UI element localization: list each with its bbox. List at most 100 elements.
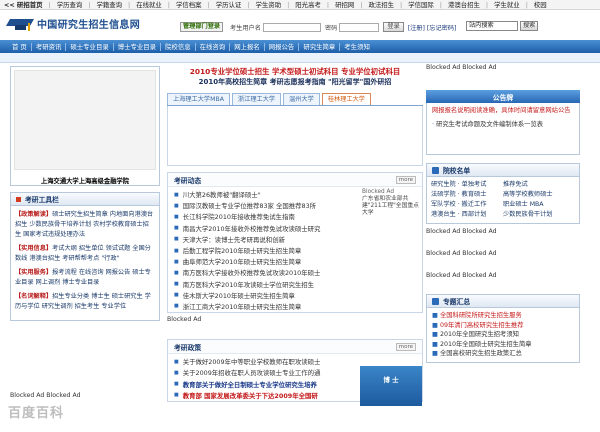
school-link[interactable]: 军队学校 · 搬迁工作 bbox=[431, 200, 503, 210]
nav-item[interactable]: 院校信息 bbox=[161, 42, 195, 51]
notice-item[interactable]: 网报报名说明阅读准确，具体时间请留意网站公告 bbox=[432, 106, 574, 116]
topnav-link[interactable]: 学籍查询 bbox=[96, 0, 122, 9]
school-link[interactable]: 推荐免试 bbox=[503, 180, 528, 190]
news-side-ad[interactable]: Blocked Ad 广东省和农业部共建"211工程"全国重点大学 bbox=[360, 187, 422, 233]
tool-group: 【名词解释】招生专业分类 博士生 硕士研究生 学历与学位 研究生调剂 招生考生 … bbox=[15, 292, 155, 312]
tab-school[interactable]: 浙江理工大学 bbox=[231, 93, 282, 105]
search-input[interactable]: 站内搜索 bbox=[466, 21, 518, 31]
bullet-icon: ■ bbox=[174, 258, 179, 265]
topnav-link[interactable]: 在线就业 bbox=[136, 0, 162, 9]
list-item[interactable]: ■ 南方医科大学2010年攻读硕士学位研究生招生 bbox=[168, 279, 422, 290]
list-item[interactable]: ■ 后勤工程学院2010年硕士研究生招生简章 bbox=[168, 245, 422, 256]
school-link[interactable]: 少数民族骨干计划 bbox=[503, 210, 553, 220]
bullet-icon: ■ bbox=[432, 350, 438, 357]
nav-item[interactable]: 在线咨询 bbox=[196, 42, 230, 51]
bullet-icon: ■ bbox=[174, 236, 179, 243]
school-row: 法硕学院 · 教育硕士 高等学校教师硕士 bbox=[429, 190, 577, 200]
tab-school[interactable]: 上海理工大学MBA bbox=[167, 93, 230, 105]
topnav-link[interactable]: << 研招首页 bbox=[4, 0, 43, 9]
nav-item[interactable]: 网报公告 bbox=[265, 42, 299, 51]
logo-title: 中国研究生招生信息网 bbox=[37, 20, 140, 31]
notice-title: 公告牌 bbox=[492, 93, 514, 102]
school-link[interactable]: 高等学校教师硕士 bbox=[503, 190, 553, 200]
topnav-link[interactable]: 学历认证 bbox=[216, 0, 242, 9]
policy-title: 考研政策 bbox=[174, 343, 202, 352]
topic-item[interactable]: ■ 2010年全国硕士研究生招生简章 bbox=[432, 340, 574, 350]
list-item[interactable]: ■ 曲阜师范大学2010年硕士研究生招生简章 bbox=[168, 256, 422, 267]
left-blocked-ad: Blocked Ad Blocked Ad bbox=[10, 392, 81, 399]
school-link[interactable]: 港澳台生 · 西部计划 bbox=[431, 210, 503, 220]
nav-item[interactable]: 网上报名 bbox=[230, 42, 264, 51]
manager-login-button[interactable]: 管理部门登录 bbox=[180, 22, 224, 32]
notice-panel: 网报报名说明阅读准确，具体时间请留意网站公告 · 研究生考试命题及文件编制体系一览… bbox=[426, 103, 580, 155]
nav-item[interactable]: 考研资讯 bbox=[32, 42, 66, 51]
headline-row-2[interactable]: 2010年高校招生简章 考研志愿报考指南 "阳光留学"国外研招 bbox=[167, 77, 423, 88]
topic-item[interactable]: ■ 全国科研院所研究生招生服务 bbox=[432, 311, 574, 321]
topnav-link[interactable]: 校园 bbox=[534, 0, 547, 9]
school-link[interactable]: 研究生院 · 单独考试 bbox=[431, 180, 503, 190]
school-link[interactable]: 职业硕士 MBA bbox=[503, 200, 544, 210]
list-item[interactable]: ■ 佳木斯大学2010年硕士研究生招生简章 bbox=[168, 290, 422, 301]
right-blocked-ad: Blocked Ad Blocked Ad bbox=[426, 228, 497, 235]
topic-item[interactable]: ■ 09年清门高校研究生招生推荐 bbox=[432, 321, 574, 331]
separator: | bbox=[167, 0, 170, 9]
tools-panel: 【政策解读】硕士研究生招生简章 内地面向港澳台招生 少数民族骨干培养计划 农村学… bbox=[10, 206, 160, 321]
more-button[interactable]: more bbox=[395, 342, 416, 351]
topnav-link[interactable]: 研招网 bbox=[335, 0, 354, 9]
site-search: 站内搜索 搜索 bbox=[466, 21, 539, 31]
topnav-link[interactable]: 学生就业 bbox=[494, 0, 520, 9]
nav-item[interactable]: 首 页 bbox=[8, 42, 31, 51]
topic-item[interactable]: ■ 全国高校研究生招生政策汇总 bbox=[432, 349, 574, 359]
tool-tag: 【实用服务】 bbox=[15, 269, 53, 276]
school-link[interactable]: 法硕学院 · 教育硕士 bbox=[431, 190, 503, 200]
policy-side-ad[interactable]: 博 士 bbox=[360, 366, 422, 407]
topnav-link[interactable]: 阳光高考 bbox=[295, 0, 321, 9]
nav-item[interactable]: 硕士专业目录 bbox=[66, 42, 112, 51]
site-logo[interactable]: 中国研究生招生信息网 bbox=[5, 16, 140, 31]
separator: | bbox=[287, 0, 290, 9]
tab-school[interactable]: 温州大学 bbox=[283, 93, 320, 105]
username-input[interactable] bbox=[262, 22, 321, 32]
search-button[interactable]: 搜索 bbox=[520, 21, 539, 31]
sub-bar bbox=[0, 53, 600, 63]
school-row: 港澳台生 · 西部计划 少数民族骨干计划 bbox=[429, 210, 577, 220]
bullet-icon: ■ bbox=[174, 247, 179, 254]
news-header: 考研动态 more bbox=[168, 173, 422, 187]
nav-item[interactable]: 博士专业目录 bbox=[114, 42, 160, 51]
notice-item[interactable]: · 研究生考试命题及文件编制体系一览表 bbox=[432, 120, 574, 130]
notice-header: 公告牌 bbox=[426, 90, 580, 103]
right-blocked-ad: Blocked Ad Blocked Ad bbox=[426, 272, 497, 279]
bullet-icon: ■ bbox=[174, 202, 179, 209]
more-button[interactable]: more bbox=[395, 175, 416, 184]
schools-panel: 研究生院 · 单独考试 推荐免试 法硕学院 · 教育硕士 高等学校教师硕士 军队学校… bbox=[426, 177, 580, 224]
tab-school-active[interactable]: 桂林理工大学 bbox=[321, 93, 371, 105]
topnav-link[interactable]: 学生资助 bbox=[256, 0, 282, 9]
password-input[interactable] bbox=[339, 22, 380, 32]
bullet-icon: ■ bbox=[432, 331, 438, 338]
list-item[interactable]: ■ 浙江工商大学2010年硕士研究生招生简章 bbox=[168, 301, 422, 312]
login-button[interactable]: 登录 bbox=[383, 22, 404, 32]
separator: | bbox=[439, 0, 442, 9]
nav-item[interactable]: 考生须知 bbox=[340, 42, 374, 51]
forgot-password-link[interactable]: [忘记密码] bbox=[427, 23, 457, 32]
nav-item[interactable]: 研究生简章 bbox=[299, 42, 339, 51]
ad-text: 广东省和农业部共建"211工程"全国重点大学 bbox=[362, 196, 419, 216]
register-link[interactable]: [注册] bbox=[408, 23, 425, 32]
topnav-link[interactable]: 政法招生 bbox=[368, 0, 394, 9]
password-label: 密码 bbox=[324, 24, 338, 32]
bullet-icon: ■ bbox=[432, 340, 438, 348]
topnav-link[interactable]: 学信国际 bbox=[408, 0, 434, 9]
topnav-link[interactable]: 学历查询 bbox=[57, 0, 83, 9]
separator: | bbox=[525, 0, 528, 9]
headline-row-1[interactable]: 2010专业学位硕士招生 学术型硕士初试科目 专业学位初试科目 bbox=[167, 66, 423, 77]
list-item[interactable]: ■ 天津大学：读博士先考研再说和创新 bbox=[168, 234, 422, 245]
watermark: 百度百科 bbox=[8, 406, 65, 421]
school-row: 研究生院 · 单独考试 推荐免试 bbox=[429, 180, 577, 190]
topnav-link[interactable]: 港澳台招生 bbox=[448, 0, 480, 9]
list-item[interactable]: ■ 南方医科大学接收外校推荐免试攻读2010年硕士 bbox=[168, 267, 422, 278]
sponsor-banner[interactable]: 上海交通大学上海高级金融学院 bbox=[10, 66, 160, 186]
topnav-link[interactable]: 学信档案 bbox=[176, 0, 202, 9]
topic-item[interactable]: ■ 2010年全国研究生招考须知 bbox=[432, 330, 574, 340]
separator: | bbox=[128, 0, 131, 9]
bullet-icon: ■ bbox=[174, 292, 179, 299]
